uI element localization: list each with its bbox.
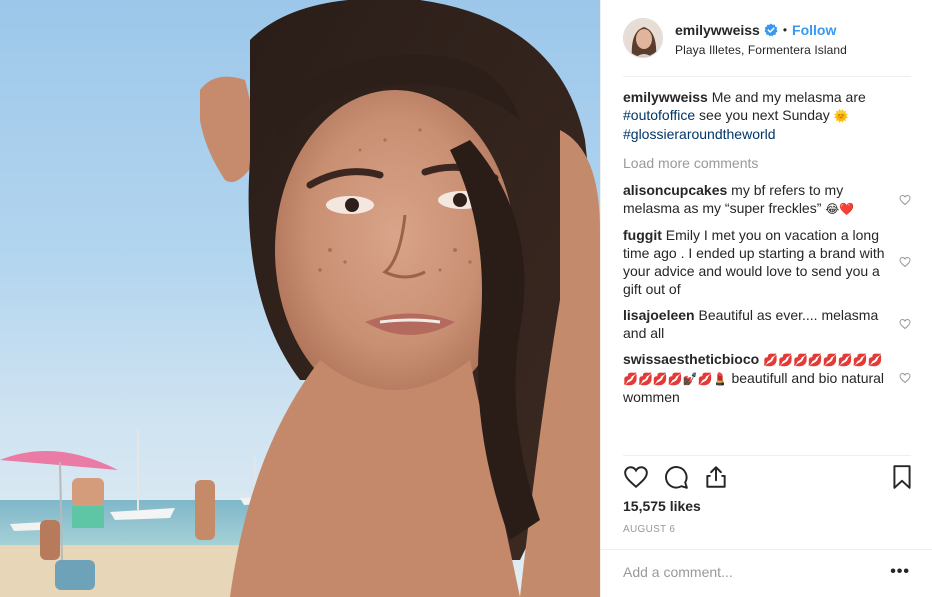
- comment-icon[interactable]: [663, 464, 689, 490]
- post-side-panel: emilywweiss • Follow Playa Illetes, Form…: [600, 0, 932, 597]
- share-icon[interactable]: [703, 464, 729, 490]
- heart-icon[interactable]: [899, 318, 911, 330]
- actions-divider: [623, 455, 911, 456]
- add-comment-input[interactable]: [623, 562, 863, 582]
- avatar[interactable]: [623, 18, 663, 58]
- comment-username[interactable]: lisajoeleen: [623, 307, 695, 323]
- like-heart-icon[interactable]: [623, 464, 649, 490]
- instagram-post: emilywweiss • Follow Playa Illetes, Form…: [0, 0, 932, 597]
- comment-item: fuggit Emily I met you on vacation a lon…: [623, 226, 911, 298]
- likes-count[interactable]: 15,575 likes: [623, 498, 701, 514]
- comment-username[interactable]: swissaestheticbioco: [623, 351, 759, 367]
- comment-item: lisajoeleen Beautiful as ever.... melasm…: [623, 306, 911, 342]
- location-link[interactable]: Playa Illetes, Formentera Island: [675, 43, 847, 57]
- verified-badge-icon: [764, 23, 778, 36]
- selfie-image: [0, 0, 600, 597]
- sun-emoji: 🌞: [833, 109, 849, 123]
- username-link[interactable]: emilywweiss: [675, 22, 760, 38]
- comment-text: Emily I met you on vacation a long time …: [623, 227, 885, 297]
- heart-icon[interactable]: [899, 256, 911, 268]
- action-bar: [623, 464, 913, 492]
- comment-username[interactable]: alisoncupcakes: [623, 182, 727, 198]
- caption-username[interactable]: emilywweiss: [623, 89, 708, 105]
- hashtag-outofoffice[interactable]: #outofoffice: [623, 107, 695, 123]
- more-options-button[interactable]: •••: [890, 563, 910, 581]
- heart-icon[interactable]: [899, 372, 911, 384]
- post-photo[interactable]: [0, 0, 600, 597]
- header-text: emilywweiss • Follow Playa Illetes, Form…: [675, 20, 847, 57]
- post-header: emilywweiss • Follow Playa Illetes, Form…: [601, 0, 932, 76]
- follow-button[interactable]: Follow: [792, 22, 836, 38]
- separator-dot: •: [782, 22, 788, 37]
- comment-item: alisoncupcakes my bf refers to my melasm…: [623, 181, 911, 218]
- load-more-comments-button[interactable]: Load more comments: [623, 153, 911, 173]
- caption: emilywweiss Me and my melasma are #outof…: [623, 88, 911, 143]
- comment-emoji: 😂❤️: [825, 202, 855, 216]
- caption-text-1: Me and my melasma are: [711, 89, 866, 105]
- bookmark-icon[interactable]: [889, 464, 915, 490]
- post-date[interactable]: AUGUST 6: [623, 524, 675, 535]
- comments-section: emilywweiss Me and my melasma are #outof…: [623, 88, 911, 406]
- comment-item: swissaestheticbioco 💋💋💋💋💋💋💋💋💋💋💋💋💅🏿💋💄 bea…: [623, 350, 911, 406]
- heart-icon[interactable]: [899, 194, 911, 206]
- comment-box-divider: [601, 549, 932, 550]
- header-divider: [623, 76, 911, 77]
- comment-username[interactable]: fuggit: [623, 227, 662, 243]
- caption-text-2: see you next Sunday: [699, 107, 830, 123]
- hashtag-glossieraroundtheworld[interactable]: #glossieraroundtheworld: [623, 126, 776, 142]
- avatar-image: [624, 19, 662, 57]
